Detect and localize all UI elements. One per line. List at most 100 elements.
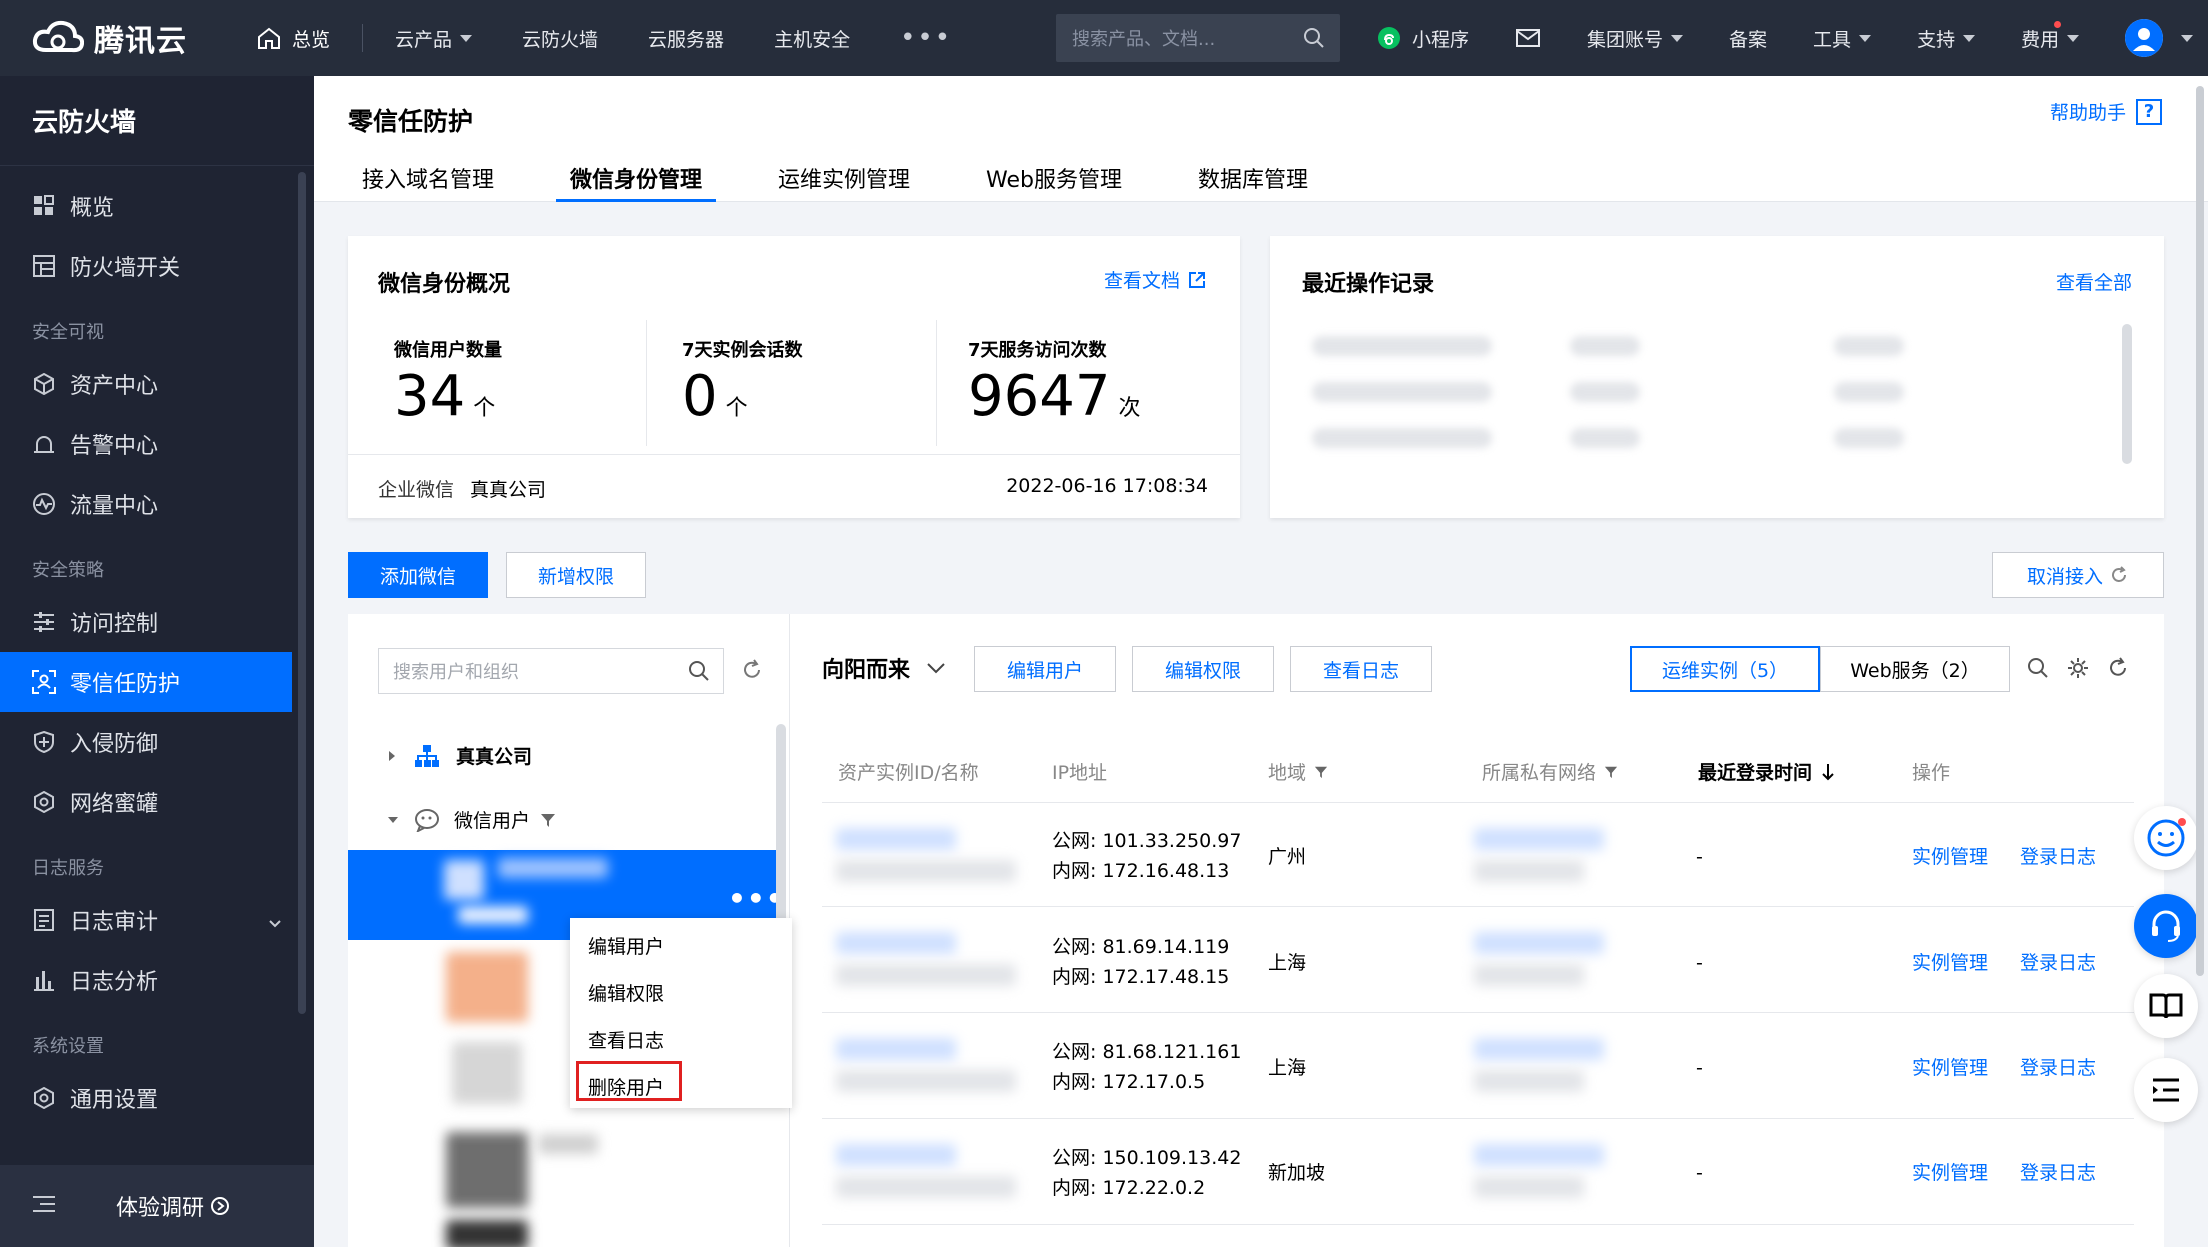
menu-list-button[interactable] (2134, 1058, 2198, 1122)
sidebar-item-general-settings[interactable]: 通用设置 (0, 1068, 314, 1128)
records-scrollbar[interactable] (2122, 324, 2132, 464)
sort-down-icon[interactable] (1822, 763, 1834, 781)
miniprogram-link[interactable]: 小程序 (1376, 25, 1469, 52)
login-log-link[interactable]: 登录日志 (2020, 1053, 2096, 1080)
filter-icon[interactable] (540, 812, 556, 828)
stat-number: 0 (682, 364, 718, 429)
cost-menu[interactable]: 费用 (2021, 20, 2080, 52)
ctx-view-log[interactable]: 查看日志 (588, 1026, 664, 1053)
login-log-link[interactable]: 登录日志 (2020, 842, 2096, 869)
sidebar-item-traffic-center[interactable]: 流量中心 (0, 474, 314, 534)
col-vpc[interactable]: 所属私有网络 (1482, 758, 1618, 785)
chevron-down-icon[interactable] (268, 910, 282, 935)
ctx-edit-user[interactable]: 编辑用户 (588, 932, 664, 959)
view-log-button[interactable]: 查看日志 (1290, 646, 1432, 692)
edit-user-button[interactable]: 编辑用户 (974, 646, 1116, 692)
refresh-icon[interactable] (2106, 656, 2130, 680)
view-docs-link[interactable]: 查看文档 (1104, 266, 1206, 293)
instance-manage-link[interactable]: 实例管理 (1912, 842, 1988, 869)
view-docs-label: 查看文档 (1103, 270, 1180, 292)
login-log-link[interactable]: 登录日志 (2020, 948, 2096, 975)
tree-search-input[interactable]: 搜索用户和组织 (378, 648, 724, 694)
user-avatar-menu[interactable] (2125, 19, 2194, 57)
cloud-logo-icon (32, 20, 84, 53)
sidebar-scrollbar[interactable] (298, 172, 306, 1014)
tencent-cloud-logo[interactable]: 腾讯云 (32, 16, 222, 60)
survey-link[interactable]: 体验调研 (116, 1190, 230, 1222)
sidebar-item-log-analysis[interactable]: 日志分析 (0, 950, 314, 1010)
instance-manage-link[interactable]: 实例管理 (1912, 948, 1988, 975)
filter-icon[interactable] (1314, 765, 1328, 779)
segment-ops-instances[interactable]: 运维实例（5） (1630, 646, 1820, 692)
ctx-edit-permission[interactable]: 编辑权限 (588, 979, 664, 1006)
collapse-menu-icon[interactable] (32, 1194, 56, 1219)
nav-cloud-firewall[interactable]: 云防火墙 (522, 25, 598, 52)
customer-service-button[interactable] (2134, 894, 2198, 958)
edit-permission-button[interactable]: 编辑权限 (1132, 646, 1274, 692)
tab-wechat-identity[interactable]: 微信身份管理 (556, 162, 717, 202)
caret-down-icon[interactable] (386, 814, 400, 826)
tab-domain-management[interactable]: 接入域名管理 (348, 162, 508, 202)
sidebar-item-label: 防火墙开关 (70, 256, 181, 281)
gear-icon[interactable] (2066, 656, 2090, 680)
col-region-label: 地域 (1268, 762, 1307, 784)
filter-icon[interactable] (1604, 765, 1618, 779)
add-wechat-button[interactable]: 添加微信 (348, 552, 488, 598)
filing-link[interactable]: 备案 (1729, 25, 1767, 52)
nav-cloud-products[interactable]: 云产品 (395, 25, 473, 52)
tools-menu[interactable]: 工具 (1813, 25, 1872, 52)
docs-book-button[interactable] (2134, 974, 2198, 1038)
sidebar-item-alarm-center[interactable]: 告警中心 (0, 414, 314, 474)
tree-node-wechat-users[interactable]: 微信用户 (386, 806, 556, 833)
caret-right-icon[interactable] (386, 749, 398, 763)
nav-host-security[interactable]: 主机安全 (774, 25, 850, 52)
smile-icon (2147, 818, 2186, 857)
group-account-menu[interactable]: 集团账号 (1587, 25, 1684, 52)
blurred-vpc (1474, 860, 1584, 882)
caret-down-icon (460, 34, 473, 42)
sidebar-item-log-audit[interactable]: 日志审计 (0, 890, 314, 950)
tree-node-company[interactable]: 真真公司 (386, 742, 532, 769)
stat-divider (646, 320, 647, 446)
segment-web-services[interactable]: Web服务（2） (1820, 646, 2010, 692)
col-last-login[interactable]: 最近登录时间 (1698, 758, 1834, 785)
selected-user-dropdown[interactable]: 向阳而来 (822, 652, 946, 684)
sidebar-item-intrusion-defense[interactable]: 入侵防御 (0, 712, 314, 772)
nav-more[interactable]: ••• (900, 23, 952, 53)
support-menu[interactable]: 支持 (1917, 25, 1976, 52)
search-icon[interactable] (687, 659, 711, 683)
tab-ops-instance[interactable]: 运维实例管理 (764, 162, 924, 202)
sidebar-item-access-control[interactable]: 访问控制 (0, 592, 314, 652)
instance-manage-link[interactable]: 实例管理 (1912, 1053, 1988, 1080)
overview-footer: 企业微信 真真公司 2022-06-16 17:08:34 (348, 454, 1240, 518)
feedback-smile-button[interactable] (2134, 806, 2198, 870)
sidebar-item-overview[interactable]: 概览 (0, 176, 314, 236)
tree-node-label: 微信用户 (454, 810, 531, 832)
tree-scrollbar[interactable] (776, 724, 786, 924)
sidebar-item-honeypot[interactable]: 网络蜜罐 (0, 772, 314, 832)
login-log-link[interactable]: 登录日志 (2020, 1158, 2096, 1185)
help-assistant-link[interactable]: 帮助助手 ? (2050, 98, 2162, 125)
global-search-input[interactable]: 搜索产品、文档... (1056, 14, 1340, 62)
page-scrollbar[interactable] (2196, 86, 2204, 976)
sidebar-item-firewall-switch[interactable]: 防火墙开关 (0, 236, 314, 296)
home-icon (258, 27, 280, 49)
search-icon[interactable] (1302, 26, 1326, 50)
survey-label: 体验调研 (116, 1196, 205, 1221)
refresh-icon[interactable] (740, 658, 764, 682)
sidebar-item-zero-trust[interactable]: 零信任防护 (0, 652, 292, 712)
nav-home[interactable]: 总览 (256, 25, 330, 52)
instance-manage-link[interactable]: 实例管理 (1912, 1158, 1988, 1185)
cancel-access-button[interactable]: 取消接入 (1992, 552, 2164, 598)
add-permission-button[interactable]: 新增权限 (506, 552, 646, 598)
sidebar-item-asset-center[interactable]: 资产中心 (0, 354, 314, 414)
tab-web-service[interactable]: Web服务管理 (972, 162, 1136, 202)
tab-database[interactable]: 数据库管理 (1184, 162, 1322, 202)
col-region[interactable]: 地域 (1268, 758, 1328, 785)
blurred-vpc (1474, 1038, 1604, 1060)
nav-cvm[interactable]: 云服务器 (648, 25, 724, 52)
search-icon[interactable] (2026, 656, 2050, 680)
view-all-link[interactable]: 查看全部 (2056, 268, 2132, 295)
sidebar-item-label: 资产中心 (70, 374, 159, 399)
messages-link[interactable] (1515, 28, 1541, 48)
